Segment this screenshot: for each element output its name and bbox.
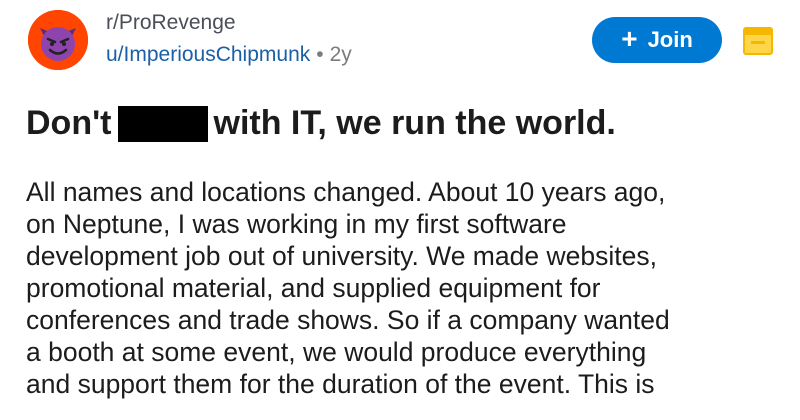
post-title[interactable]: Don't with IT, we run the world. (26, 104, 616, 143)
post-meta: r/ProRevenge u/ImperiousChipmunk • 2y (106, 10, 352, 70)
plus-icon: + (621, 23, 638, 54)
body-line: a booth at some event, we would produce … (26, 337, 647, 367)
join-button[interactable]: + Join (592, 17, 722, 63)
author-username[interactable]: u/ImperiousChipmunk (106, 43, 310, 66)
title-end: with IT, we run the world. (213, 104, 616, 142)
body-line: All names and locations changed. About 1… (26, 177, 666, 207)
save-bookmark-icon[interactable] (743, 27, 773, 55)
devil-face-icon (28, 10, 88, 70)
author-line: u/ImperiousChipmunk • 2y (106, 40, 352, 70)
body-line: conferences and trade shows. So if a com… (26, 305, 670, 335)
body-line: and support them for the duration of the… (26, 369, 655, 399)
post-body: All names and locations changed. About 1… (26, 176, 786, 400)
body-line: on Neptune, I was working in my first so… (26, 209, 567, 239)
body-line: development job out of university. We ma… (26, 241, 657, 271)
join-button-label: Join (647, 27, 693, 52)
post-age: 2y (329, 43, 352, 66)
redaction-bar (117, 105, 208, 142)
separator-dot: • (316, 43, 324, 66)
title-start: Don't (26, 104, 112, 142)
subreddit-name[interactable]: r/ProRevenge (106, 10, 352, 36)
body-line: promotional material, and supplied equip… (26, 273, 601, 303)
subreddit-avatar[interactable] (28, 10, 88, 70)
